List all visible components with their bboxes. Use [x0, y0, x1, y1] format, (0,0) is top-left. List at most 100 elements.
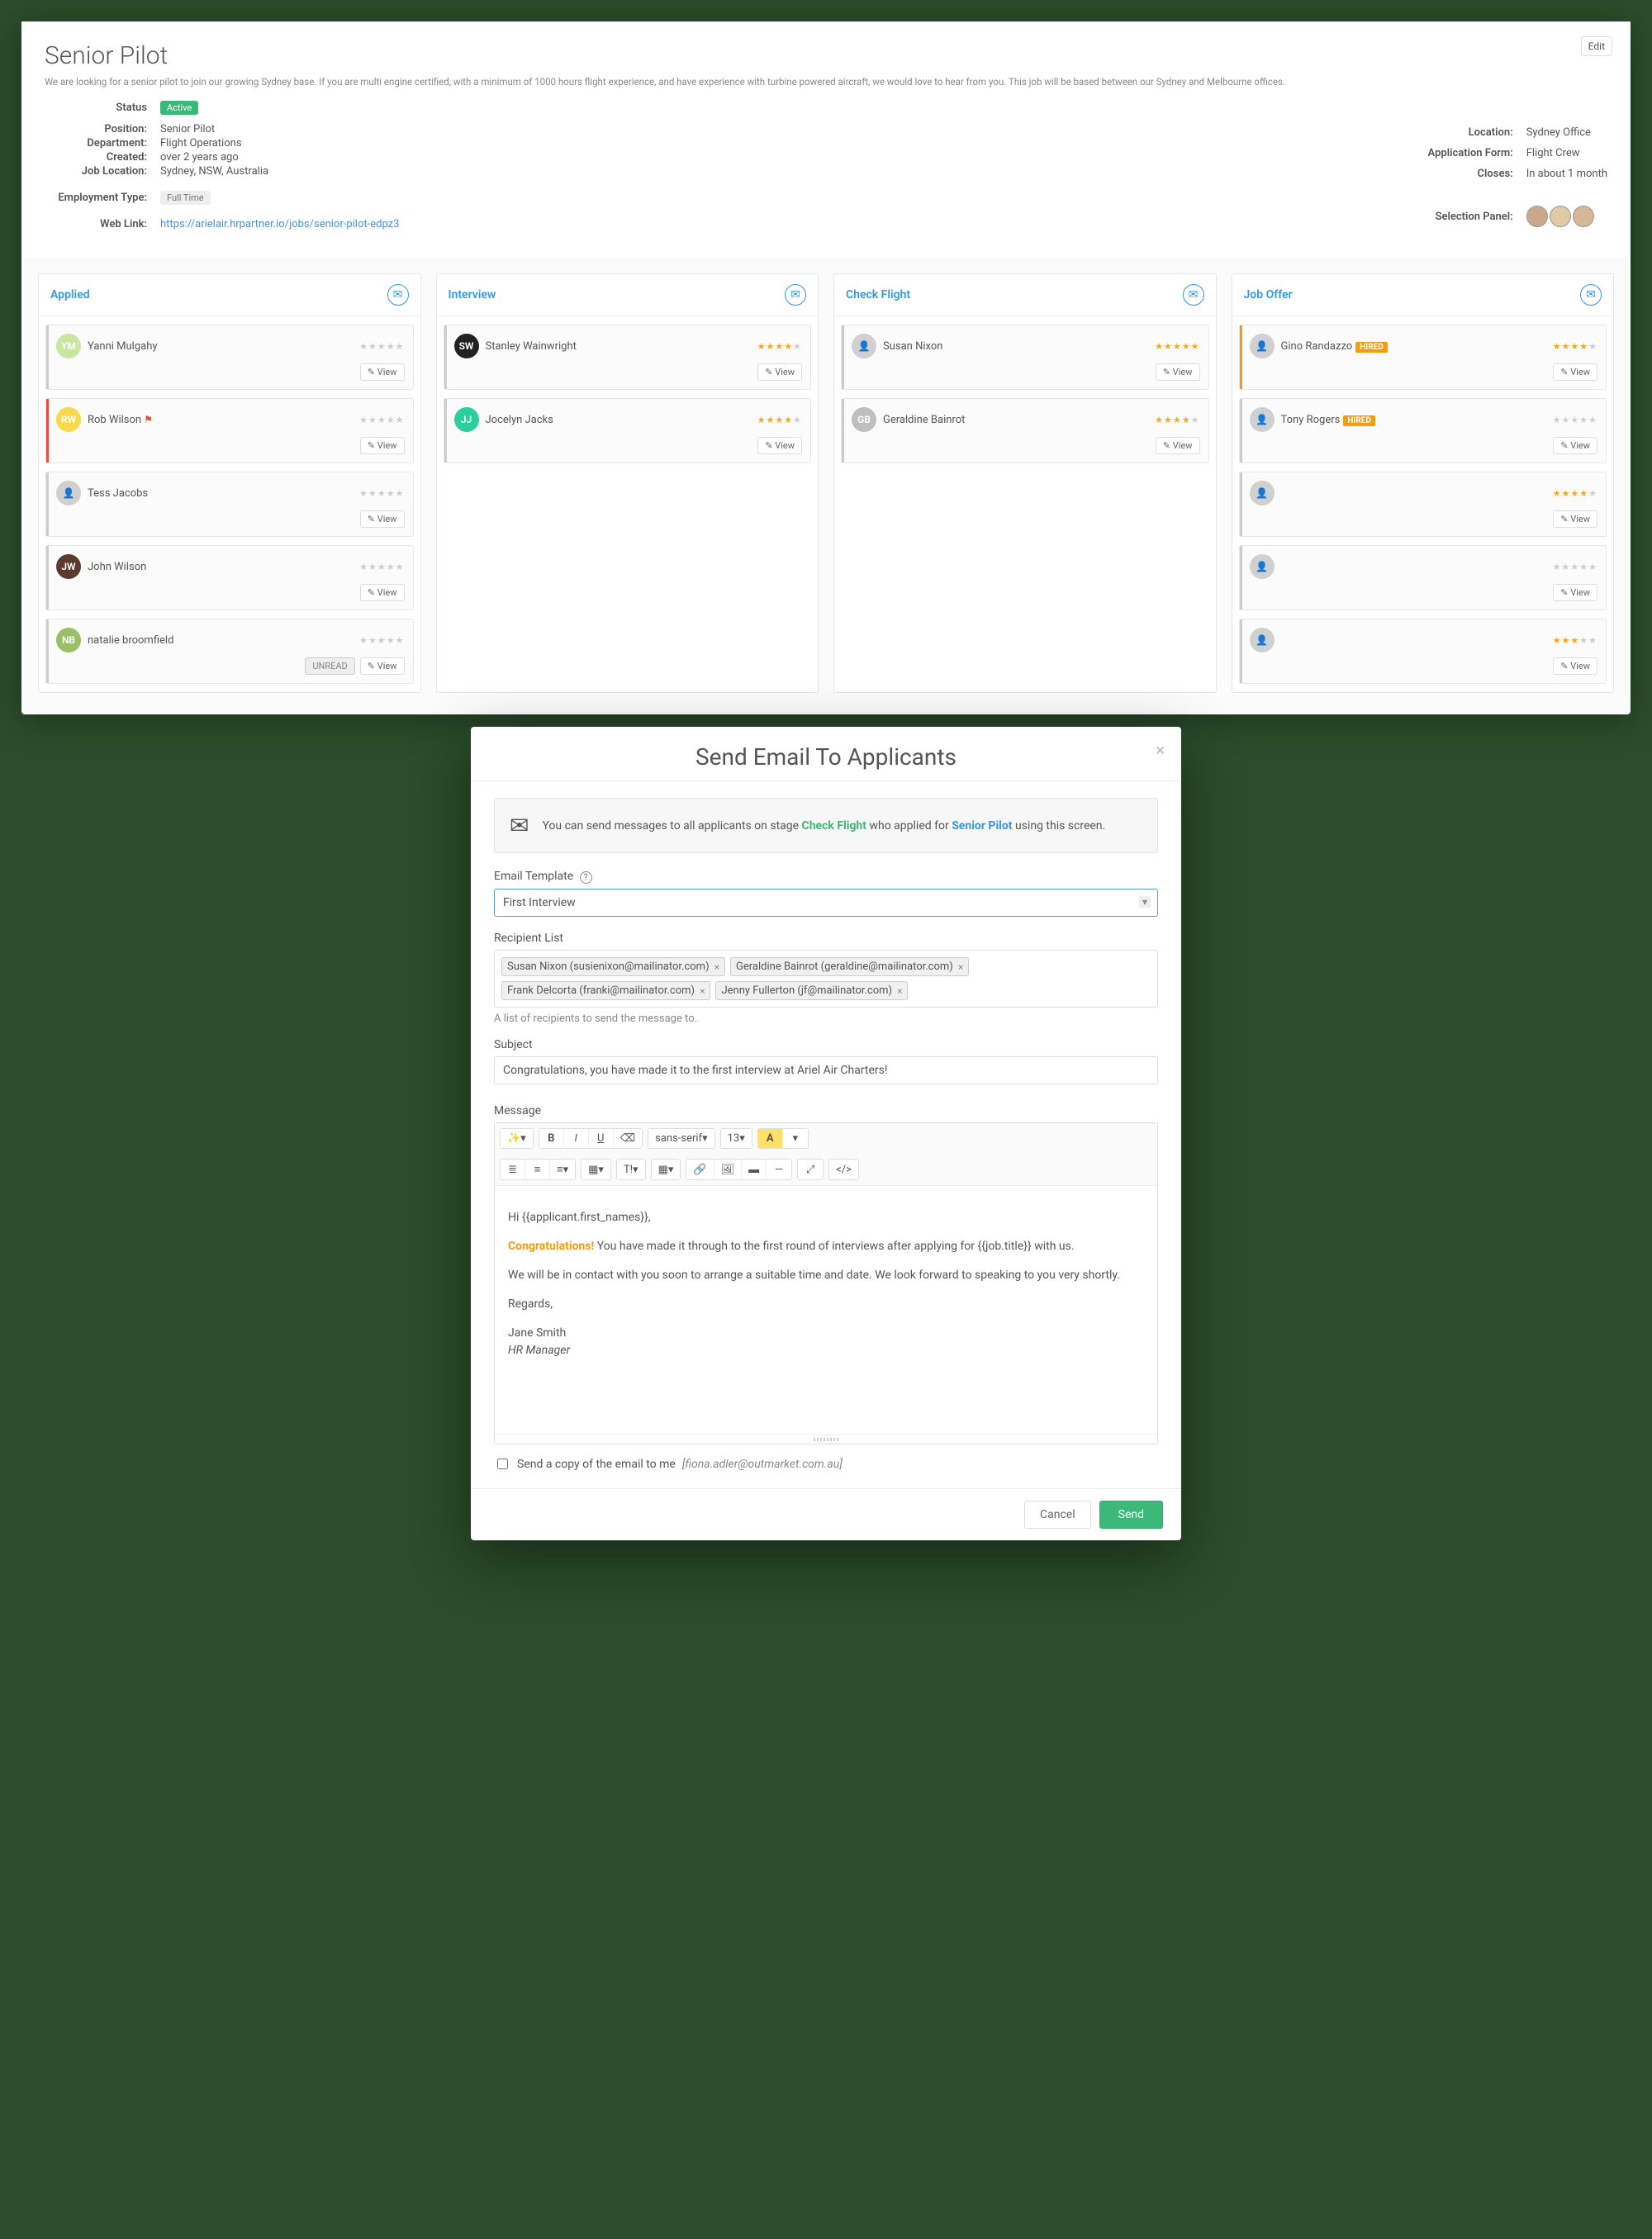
applicant-card[interactable]: 👤★★★★★✎ View [1239, 619, 1607, 684]
edit-button[interactable]: Edit [1581, 36, 1612, 56]
meta-left: Position:Senior Pilot Department:Flight … [45, 123, 399, 230]
bold-button[interactable]: B [539, 1129, 564, 1148]
view-button[interactable]: ✎ View [757, 437, 802, 454]
star-rating: ★★★★★ [359, 341, 404, 352]
star-rating: ★★★★★ [1155, 415, 1199, 425]
recipient-chip[interactable]: Jenny Fullerton (jf@mailinator.com)× [715, 981, 908, 1000]
recipient-chip[interactable]: Susan Nixon (susienixon@mailinator.com)× [501, 957, 725, 976]
applicant-name: natalie broomfield [88, 634, 353, 647]
applicant-card[interactable]: 👤 ★★★★★ ✎ View [1239, 545, 1607, 610]
link-button[interactable]: 🔗 [686, 1160, 714, 1179]
applicant-card[interactable]: 👤Tess Jacobs★★★★★✎ View [45, 472, 414, 537]
align-button[interactable]: ≡▾ [550, 1160, 575, 1179]
view-button[interactable]: ✎ View [360, 510, 405, 528]
view-button[interactable]: ✎ View [1156, 363, 1200, 381]
italic-button[interactable]: I [564, 1129, 589, 1148]
cancel-button[interactable]: Cancel [1024, 1501, 1091, 1529]
applicant-card[interactable]: RWRob Wilson ⚑★★★★★✎ View [45, 398, 414, 463]
applicant-card[interactable]: NBnatalie broomfield★★★★★UNREAD✎ View [45, 619, 414, 684]
stage-check-flight: Check Flight✉ 👤Susan Nixon★★★★★✎ ViewGBG… [833, 273, 1217, 693]
star-rating: ★★★★★ [1553, 635, 1597, 646]
applicant-card[interactable]: SWStanley Wainwright★★★★★✎ View [444, 325, 812, 390]
mail-icon[interactable]: ✉ [387, 284, 409, 306]
star-rating: ★★★★★ [1553, 341, 1597, 352]
hr-button[interactable]: — [767, 1160, 791, 1179]
remove-chip-icon[interactable]: × [714, 961, 719, 973]
view-button[interactable]: ✎ View [1553, 657, 1597, 675]
view-button[interactable]: ✎ View [1553, 584, 1597, 601]
ul-button[interactable]: ≣ [501, 1160, 525, 1179]
magic-icon[interactable]: ✨▾ [501, 1129, 533, 1148]
remove-chip-icon[interactable]: × [958, 961, 963, 973]
mail-icon[interactable]: ✉ [1580, 284, 1602, 306]
resize-grip[interactable] [495, 1434, 1157, 1444]
recipient-list[interactable]: Susan Nixon (susienixon@mailinator.com)×… [494, 950, 1158, 1008]
textstyle-button[interactable]: T!▾ [617, 1160, 645, 1179]
video-button[interactable]: ▬ [742, 1160, 767, 1179]
remove-chip-icon[interactable]: × [897, 985, 902, 997]
notice-box: ✉ You can send messages to all applicant… [494, 798, 1158, 853]
applicant-card[interactable]: YMYanni Mulgahy★★★★★✎ View [45, 325, 414, 390]
applicant-card[interactable]: 👤Susan Nixon★★★★★✎ View [841, 325, 1209, 390]
view-button[interactable]: ✎ View [1156, 437, 1200, 454]
copy-checkbox[interactable] [497, 1459, 508, 1469]
applicant-card[interactable]: JJJocelyn Jacks★★★★★✎ View [444, 398, 812, 463]
avatar: YM [56, 334, 81, 358]
send-button[interactable]: Send [1099, 1501, 1163, 1529]
fullscreen-button[interactable]: ⤢ [798, 1160, 823, 1179]
view-button[interactable]: ✎ View [360, 363, 405, 381]
view-button[interactable]: ✎ View [757, 363, 802, 381]
applicant-card[interactable]: 👤Tony RogersHIRED★★★★★✎ View [1239, 398, 1607, 463]
star-rating: ★★★★★ [757, 341, 802, 352]
view-button[interactable]: ✎ View [1553, 363, 1597, 381]
recipient-label: Recipient List [494, 932, 1158, 945]
clear-format-button[interactable]: ⌫ [614, 1129, 642, 1148]
mail-icon[interactable]: ✉ [1183, 284, 1204, 306]
underline-button[interactable]: U [589, 1129, 614, 1148]
star-rating: ★★★★★ [757, 415, 802, 425]
applicant-card[interactable]: GBGeraldine Bainrot★★★★★✎ View [841, 398, 1209, 463]
applicant-card[interactable]: 👤★★★★★✎ View [1239, 472, 1607, 537]
editor-body[interactable]: Hi {{applicant.first_names}}, Congratula… [495, 1186, 1157, 1434]
stage-title: Job Offer [1244, 288, 1293, 301]
web-link[interactable]: https://arielair.hrpartner.io/jobs/senio… [160, 218, 399, 230]
applicant-card[interactable]: JWJohn Wilson★★★★★✎ View [45, 545, 414, 610]
highlight-dropdown[interactable]: ▾ [783, 1129, 808, 1148]
highlight-button[interactable]: A [758, 1129, 783, 1148]
view-button[interactable]: ✎ View [360, 584, 405, 601]
star-rating: ★★★★★ [359, 635, 404, 646]
codeview-button[interactable]: </> [829, 1160, 858, 1179]
stage-title: Check Flight [846, 288, 910, 301]
stage-title: Interview [449, 288, 496, 301]
view-button[interactable]: ✎ View [1553, 510, 1597, 528]
size-select[interactable]: 13▾ [721, 1129, 752, 1148]
rich-editor: ✨▾ B I U ⌫ sans-serif▾ 13▾ A▾ ≣ ≡ ≡▾ [494, 1122, 1158, 1444]
grid-button[interactable]: ▦▾ [652, 1160, 681, 1179]
view-button[interactable]: ✎ View [360, 657, 405, 675]
applicant-name: Gino RandazzoHIRED [1281, 340, 1546, 353]
recipient-chip[interactable]: Geraldine Bainrot (geraldine@mailinator.… [730, 957, 969, 976]
avatar: 👤 [1250, 554, 1275, 579]
view-button[interactable]: ✎ View [1553, 437, 1597, 454]
subject-label: Subject [494, 1038, 1158, 1051]
mail-icon[interactable]: ✉ [785, 284, 806, 306]
image-button[interactable]: 🖼 [714, 1160, 743, 1179]
star-rating: ★★★★★ [1553, 562, 1597, 572]
font-select[interactable]: sans-serif▾ [648, 1129, 714, 1148]
help-icon[interactable]: ? [580, 871, 592, 884]
avatar: JJ [454, 407, 479, 432]
ol-button[interactable]: ≡ [525, 1160, 550, 1179]
remove-chip-icon[interactable]: × [700, 985, 705, 997]
applicant-name: Geraldine Bainrot [883, 414, 1148, 426]
applicant-card[interactable]: 👤Gino RandazzoHIRED★★★★★✎ View [1239, 325, 1607, 390]
stage-columns: Applied✉ YMYanni Mulgahy★★★★★✎ ViewRWRob… [21, 273, 1631, 714]
table-button[interactable]: ▦▾ [582, 1160, 610, 1179]
recipient-chip[interactable]: Frank Delcorta (franki@mailinator.com)× [501, 981, 710, 1000]
subject-input[interactable] [494, 1056, 1158, 1084]
star-rating: ★★★★★ [359, 415, 404, 425]
view-button[interactable]: ✎ View [360, 437, 405, 454]
avatar: 👤 [852, 334, 876, 358]
template-select[interactable]: First Interview [494, 889, 1158, 917]
close-icon[interactable]: × [1156, 740, 1165, 760]
stage-job-offer: Job Offer ✉ 👤 Gino RandazzoHIRED ★★★★★ ✎ Vie… [1232, 273, 1615, 693]
